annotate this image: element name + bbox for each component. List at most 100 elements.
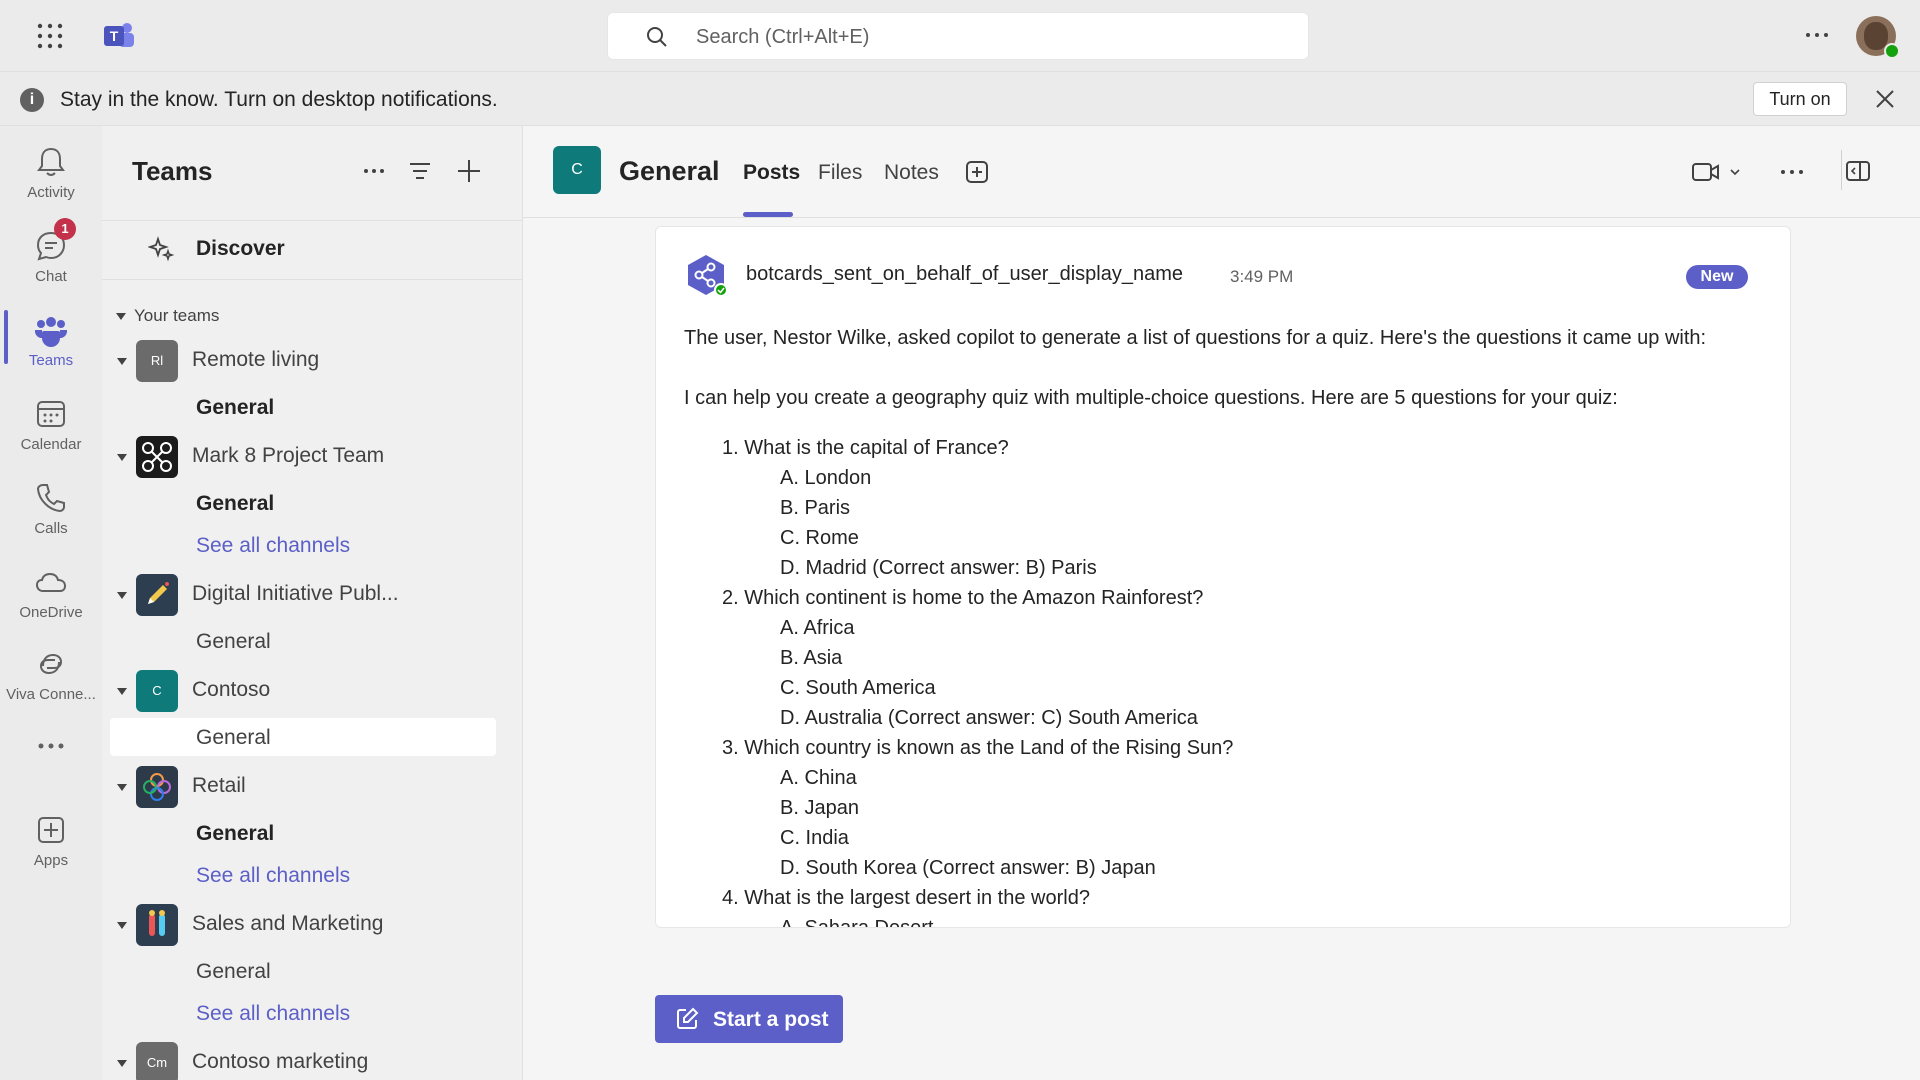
turn-on-button[interactable]: Turn on [1753,82,1847,116]
channel-header: C General Posts Files Notes [523,126,1920,218]
rail-label: Calendar [20,436,82,453]
search-box[interactable]: Search (Ctrl+Alt+E) [607,12,1309,60]
search-icon [646,26,668,48]
add-icon[interactable] [458,160,480,182]
rail-item-calls[interactable]: Calls [0,468,102,548]
quiz-option: B. Asia [780,647,843,669]
channel-general[interactable]: General [196,630,271,654]
app-rail: Activity Chat 1 Teams Calendar Calls One… [0,126,102,1080]
notification-message: Stay in the know. Turn on desktop notifi… [60,88,498,111]
team-name: Digital Initiative Publ... [192,582,399,605]
teams-logo-icon: T [102,20,136,52]
team-retail[interactable]: Retail [102,764,522,810]
rail-label: Chat [35,268,67,285]
your-teams-header[interactable]: Your teams [116,306,219,326]
channel-general-selected[interactable]: General [196,726,271,750]
see-all-channels-link[interactable]: See all channels [196,534,350,558]
post-intro: The user, Nestor Wilke, asked copilot to… [684,327,1707,349]
discover-label: Discover [196,237,285,260]
tab-files[interactable]: Files [818,161,862,185]
channel-title: General [619,156,720,186]
chevron-down-icon [117,1060,127,1067]
viva-icon [33,646,69,682]
team-remote-living[interactable]: Rl Remote living [102,338,522,384]
team-name: Mark 8 Project Team [192,444,385,467]
quiz-option: A. China [780,767,857,789]
team-avatar: Rl [136,340,178,382]
tab-posts[interactable]: Posts [743,161,800,185]
team-avatar: Cm [136,1042,178,1080]
info-icon: i [20,88,44,112]
channel-avatar: C [553,146,601,194]
apps-icon [33,812,69,848]
team-mark-8-project[interactable]: Mark 8 Project Team [102,434,522,480]
sidebar-toolbar [358,156,498,186]
discover-item[interactable]: Discover [102,220,522,280]
rail-item-teams[interactable]: Teams [0,300,102,380]
teams-sidebar: Teams Discover Your teams Rl Remote livi… [102,126,522,1080]
more-options-icon[interactable] [1777,160,1807,184]
quiz-question: 2. Which continent is home to the Amazon… [722,587,1204,609]
quiz-option: B. Japan [780,797,859,819]
rail-item-apps[interactable]: Apps [0,800,102,880]
more-options-icon[interactable] [364,169,384,173]
app-launcher-icon[interactable] [34,20,66,52]
channel-general[interactable]: General [196,822,274,846]
quiz-option: C. India [780,827,849,849]
video-call-icon[interactable] [1691,160,1745,184]
tab-notes[interactable]: Notes [884,161,939,185]
quiz-option: C. South America [780,677,936,699]
channel-general[interactable]: General [196,492,274,516]
team-contoso[interactable]: C Contoso [102,668,522,714]
search-input[interactable]: Search (Ctrl+Alt+E) [696,26,869,49]
bell-icon [33,144,69,180]
see-all-channels-link[interactable]: See all channels [196,1002,350,1026]
post-card: botcards_sent_on_behalf_of_user_display_… [655,226,1791,928]
side-panel-icon[interactable] [1843,158,1873,184]
flower-icon [136,766,178,808]
start-post-button[interactable]: Start a post [655,995,843,1043]
see-all-channels-link[interactable]: See all channels [196,864,350,888]
calendar-icon [33,396,69,432]
quiz-option: A. Africa [780,617,855,639]
people-icon [136,904,178,946]
close-icon[interactable] [1873,87,1897,111]
more-options-icon[interactable] [1802,22,1832,48]
add-tab-icon[interactable] [965,160,989,184]
chevron-down-icon [117,784,127,791]
rail-item-onedrive[interactable]: OneDrive [0,552,102,632]
bot-share-icon [684,253,728,297]
quiz-option: C. Rome [780,527,859,549]
post-sender[interactable]: botcards_sent_on_behalf_of_user_display_… [746,263,1183,286]
quiz-option: A. Sahara Desert [780,917,934,928]
rail-item-chat[interactable]: Chat [0,216,102,296]
rail-item-activity[interactable]: Activity [0,132,102,212]
more-apps-icon[interactable] [34,740,68,752]
channel-general[interactable]: General [196,396,274,420]
presence-available-icon [1884,43,1900,59]
sparkle-icon [148,235,176,263]
team-digital-initiative[interactable]: Digital Initiative Publ... [102,572,522,618]
drone-icon [136,436,178,478]
quiz-question: 1. What is the capital of France? [722,437,1009,459]
divider [1841,150,1842,190]
chevron-down-icon [117,592,127,599]
rail-item-viva[interactable]: Viva Conne... [0,634,102,714]
team-sales-and-marketing[interactable]: Sales and Marketing [102,902,522,948]
team-contoso-marketing[interactable]: Cm Contoso marketing [102,1040,522,1080]
notification-banner: i Stay in the know. Turn on desktop noti… [0,72,1920,126]
start-post-label: Start a post [713,1008,829,1031]
compose-icon [675,1007,699,1031]
pen-icon [136,574,178,616]
team-avatar: C [136,670,178,712]
rail-label: Activity [27,184,75,201]
quiz-question: 4. What is the largest desert in the wor… [722,887,1090,909]
phone-icon [33,480,69,516]
rail-item-calendar[interactable]: Calendar [0,384,102,464]
user-avatar[interactable] [1856,16,1900,59]
chevron-down-icon [117,454,127,461]
filter-icon[interactable] [410,163,430,179]
channel-general[interactable]: General [196,960,271,984]
post-lead: I can help you create a geography quiz w… [684,387,1618,409]
title-bar: T Search (Ctrl+Alt+E) [0,0,1920,72]
